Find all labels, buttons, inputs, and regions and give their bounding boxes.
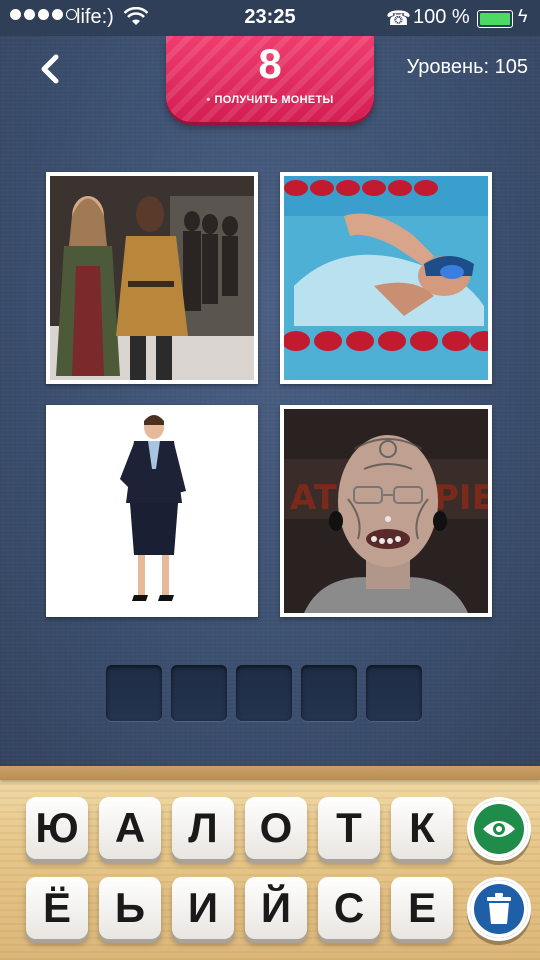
letter-key[interactable]: Ё [26, 877, 88, 939]
letter-key[interactable]: А [99, 797, 161, 859]
clue-photo-runway[interactable] [46, 172, 258, 384]
trash-icon [487, 893, 511, 924]
answer-slot[interactable] [236, 665, 292, 721]
letter-key[interactable]: Л [172, 797, 234, 859]
svg-text:AT: AT [290, 478, 338, 518]
letter-key[interactable]: Й [245, 877, 307, 939]
clue-photo-tattooed-man[interactable]: AT PIE [280, 405, 492, 617]
back-button[interactable] [34, 50, 68, 88]
letter-key[interactable]: С [318, 877, 380, 939]
get-coins-banner[interactable]: 8 ПОЛУЧИТЬ МОНЕТЫ [166, 36, 374, 122]
answer-slot[interactable] [106, 665, 162, 721]
charging-icon: ϟ [518, 6, 528, 26]
clue-photo-business-woman[interactable] [46, 405, 258, 617]
letter-panel-edge [0, 766, 540, 780]
answer-slot[interactable] [366, 665, 422, 721]
remove-letters-button[interactable] [467, 877, 531, 941]
chevron-left-icon [41, 54, 59, 84]
clue-photo-swimmer[interactable] [280, 172, 492, 384]
reveal-letter-button[interactable] [467, 797, 531, 861]
letter-key[interactable]: Е [391, 877, 453, 939]
level-indicator: Уровень: 105 [406, 56, 528, 78]
get-coins-label: ПОЛУЧИТЬ МОНЕТЫ [166, 94, 374, 106]
letter-key[interactable]: Ь [99, 877, 161, 939]
status-bar: life:) 23:25 ☎ 100 % ϟ [0, 0, 540, 36]
eye-icon [483, 821, 515, 837]
battery-percent: 100 % [413, 6, 470, 28]
answer-slot[interactable] [171, 665, 227, 721]
alarm-icon: ☎ [386, 8, 411, 30]
battery-icon [477, 10, 513, 28]
letter-key[interactable]: О [245, 797, 307, 859]
letter-key[interactable]: И [172, 877, 234, 939]
coin-count: 8 [258, 40, 282, 87]
answer-slots [106, 665, 422, 721]
letter-key[interactable]: Т [318, 797, 380, 859]
answer-slot[interactable] [301, 665, 357, 721]
letter-key[interactable]: К [391, 797, 453, 859]
letter-key[interactable]: Ю [26, 797, 88, 859]
